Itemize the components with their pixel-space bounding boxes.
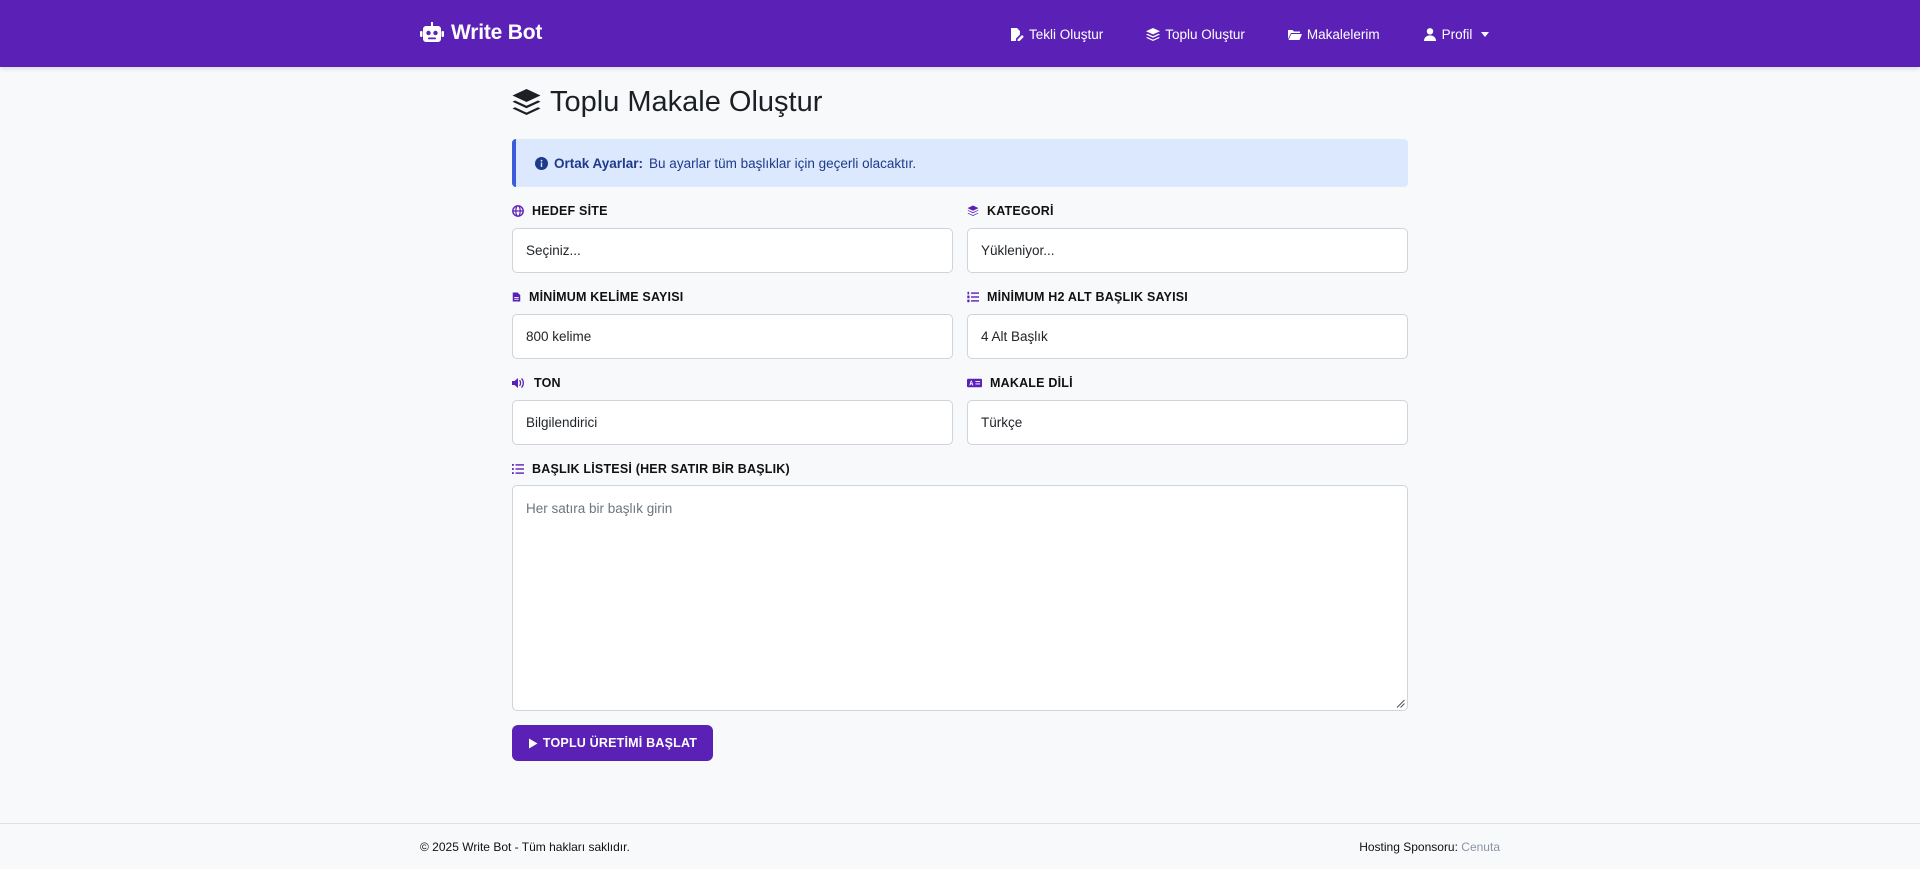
chevron-down-icon: [1481, 31, 1490, 37]
nav-link-makalelerim[interactable]: Makalelerim: [1287, 26, 1380, 42]
nav-links: Tekli Oluştur Toplu Oluştur Makalelerim …: [1010, 24, 1490, 44]
language-select[interactable]: Türkçe: [967, 400, 1408, 445]
globe-icon: [512, 205, 524, 217]
nav-link-label: Toplu Oluştur: [1165, 26, 1245, 42]
info-alert: Ortak Ayarlar: Bu ayarlar tüm başlıklar …: [512, 139, 1408, 187]
tone-select[interactable]: Bilgilendirici: [512, 400, 953, 445]
page-title: Toplu Makale Oluştur: [512, 84, 822, 120]
alert-text: Bu ayarlar tüm başlıklar için geçerli ol…: [649, 155, 917, 171]
nav-link-profil[interactable]: Profil: [1423, 27, 1490, 42]
alert-title: Ortak Ayarlar:: [554, 155, 644, 171]
tone-label: TON: [512, 375, 561, 391]
min-words-label: MİNİMUM KELİME SAYISI: [512, 289, 683, 305]
sponsor-link[interactable]: Cenuta: [1461, 840, 1500, 854]
target-site-select[interactable]: Seçiniz...: [512, 228, 953, 273]
footer-copyright: © 2025 Write Bot - Tüm hakları saklıdır.: [420, 840, 630, 854]
page-title-text: Toplu Makale Oluştur: [550, 85, 823, 118]
min-h2-label: MİNİMUM H2 ALT BAŞLIK SAYISI: [967, 289, 1188, 305]
nav-link-toplu-olustur[interactable]: Toplu Oluştur: [1146, 27, 1245, 42]
brand-name: Write Bot: [451, 21, 543, 44]
play-icon: [528, 738, 538, 748]
list-ol-icon: [967, 291, 979, 303]
robot-icon: [420, 22, 444, 42]
category-select[interactable]: Yükleniyor...: [967, 228, 1408, 273]
target-site-label: HEDEF SİTE: [512, 203, 608, 219]
volume-icon: [512, 378, 524, 388]
layer-group-icon: [512, 88, 541, 115]
language-label: MAKALE DİLİ: [967, 375, 1073, 391]
category-label: KATEGORİ: [967, 203, 1054, 219]
titles-placeholder: Her satıra bir başlık girin: [526, 501, 673, 516]
language-icon: [967, 378, 982, 388]
nav-link-tekli-olustur[interactable]: Tekli Oluştur: [1010, 27, 1103, 42]
layer-group-icon: [1146, 27, 1161, 41]
titles-label: BAŞLIK LİSTESİ (HER SATIR BİR BAŞLIK): [512, 461, 790, 477]
nav-link-label: Profil: [1441, 26, 1473, 42]
file-pen-icon: [1011, 27, 1024, 41]
brand-link[interactable]: Write Bot: [420, 20, 542, 46]
navbar: Write Bot Tekli Oluştur Toplu Oluştur Ma…: [0, 0, 1920, 67]
min-h2-select[interactable]: 4 Alt Başlık: [967, 314, 1408, 359]
file-word-icon: [512, 292, 521, 302]
info-circle-icon: [535, 156, 548, 170]
nav-link-label: Tekli Oluştur: [1029, 26, 1104, 42]
min-words-select[interactable]: 800 kelime: [512, 314, 953, 359]
titles-textarea[interactable]: Her satıra bir başlık girin: [512, 485, 1408, 711]
layer-group-icon: [967, 205, 979, 216]
nav-link-label: Makalelerim: [1306, 26, 1380, 42]
resize-grip-icon[interactable]: [1396, 699, 1405, 708]
start-bulk-generation-button[interactable]: TOPLU ÜRETİMİ BAŞLAT: [512, 725, 713, 761]
folder-open-icon: [1287, 29, 1302, 40]
user-icon: [1423, 27, 1436, 41]
footer: © 2025 Write Bot - Tüm hakları saklıdır.…: [0, 823, 1920, 869]
list-icon: [512, 464, 524, 474]
sponsor-label: Hosting Sponsoru:: [1359, 840, 1458, 854]
footer-sponsor: Hosting Sponsoru: Cenuta: [1359, 840, 1500, 854]
